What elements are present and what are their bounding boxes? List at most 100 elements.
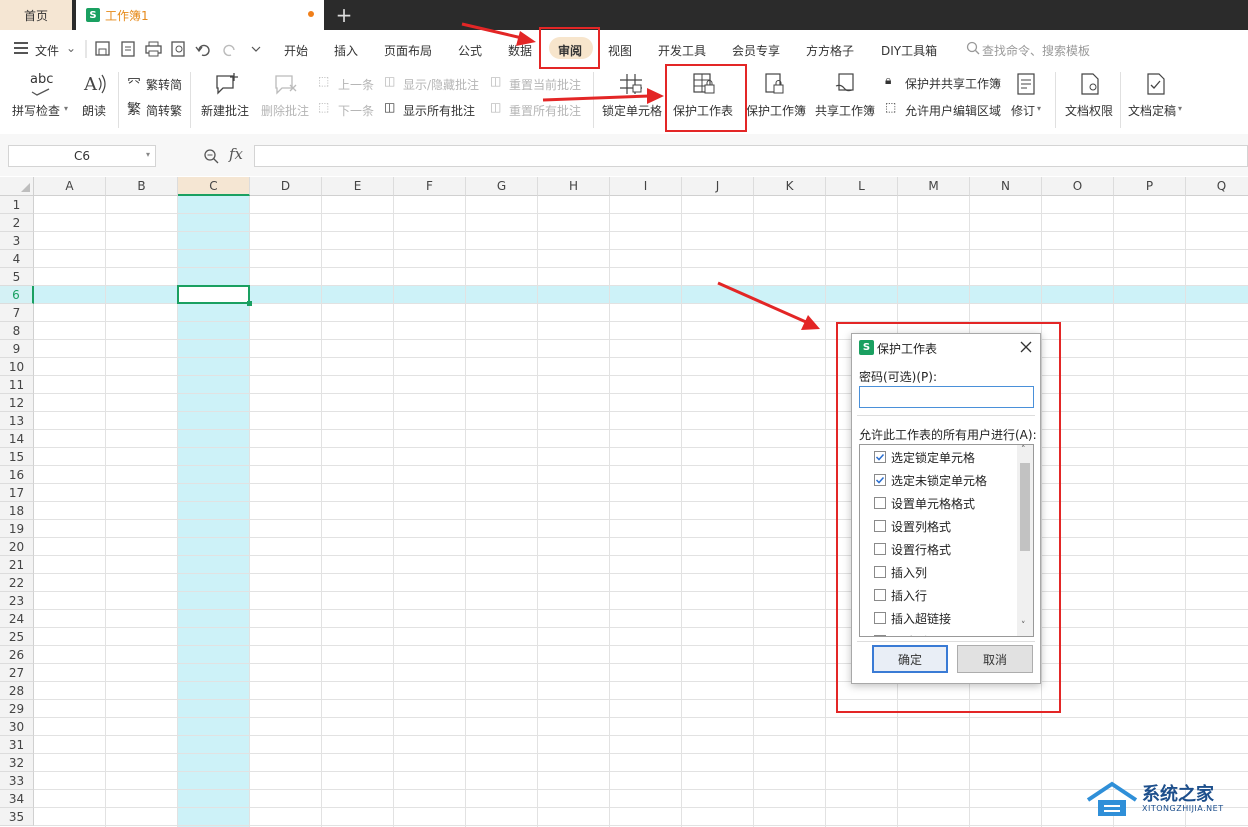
row-header[interactable]: 9 bbox=[0, 340, 34, 358]
reset-current-comment-button[interactable]: 重置当前批注 bbox=[509, 76, 581, 93]
print-icon[interactable] bbox=[145, 41, 162, 57]
menu-insert[interactable]: 插入 bbox=[334, 42, 358, 59]
track-changes-dropdown-icon[interactable]: ▾ bbox=[1037, 104, 1041, 113]
row-header[interactable]: 31 bbox=[0, 736, 34, 754]
name-box[interactable]: C6 bbox=[8, 145, 156, 167]
new-comment-button[interactable]: 新建批注 bbox=[201, 102, 249, 119]
row-header[interactable]: 24 bbox=[0, 610, 34, 628]
column-header[interactable]: D bbox=[250, 177, 322, 196]
row-header[interactable]: 30 bbox=[0, 718, 34, 736]
column-header[interactable]: B bbox=[106, 177, 178, 196]
zoom-function-icon[interactable] bbox=[203, 148, 219, 164]
print-preview-icon[interactable] bbox=[171, 41, 185, 57]
row-header[interactable]: 14 bbox=[0, 430, 34, 448]
row-header[interactable]: 15 bbox=[0, 448, 34, 466]
row-header[interactable]: 32 bbox=[0, 754, 34, 772]
row-header[interactable]: 19 bbox=[0, 520, 34, 538]
trad-to-simp-button[interactable]: 繁转简 bbox=[146, 76, 182, 93]
share-workbook-button[interactable]: 共享工作簿 bbox=[815, 102, 875, 119]
protect-workbook-button[interactable]: 保护工作簿 bbox=[746, 102, 806, 119]
simp-to-trad-button[interactable]: 简转繁 bbox=[146, 102, 182, 119]
row-header[interactable]: 33 bbox=[0, 772, 34, 790]
column-header[interactable]: F bbox=[394, 177, 466, 196]
menu-page-layout[interactable]: 页面布局 bbox=[384, 42, 432, 59]
row-header[interactable]: 18 bbox=[0, 502, 34, 520]
read-aloud-button[interactable]: 朗读 bbox=[82, 102, 106, 119]
tab-home[interactable]: 首页 bbox=[0, 0, 72, 30]
row-header[interactable]: 20 bbox=[0, 538, 34, 556]
protect-share-workbook-button[interactable]: 保护并共享工作簿 bbox=[905, 75, 1001, 92]
row-header[interactable]: 34 bbox=[0, 790, 34, 808]
search-commands-input[interactable]: 查找命令、搜索模板 bbox=[982, 42, 1090, 59]
column-header[interactable]: C bbox=[178, 177, 250, 196]
show-hide-comments-button[interactable]: 显示/隐藏批注 bbox=[403, 76, 479, 93]
delete-comment-button[interactable]: 删除批注 bbox=[261, 102, 309, 119]
track-changes-button[interactable]: 修订 bbox=[1011, 102, 1035, 119]
row-header[interactable]: 29 bbox=[0, 700, 34, 718]
column-header[interactable]: G bbox=[466, 177, 538, 196]
menu-diy-toolbox[interactable]: DIY工具箱 bbox=[881, 42, 937, 59]
fill-handle[interactable] bbox=[247, 301, 252, 306]
column-header[interactable]: L bbox=[826, 177, 898, 196]
row-header[interactable]: 21 bbox=[0, 556, 34, 574]
row-header[interactable]: 27 bbox=[0, 664, 34, 682]
row-header[interactable]: 35 bbox=[0, 808, 34, 826]
column-header[interactable]: P bbox=[1114, 177, 1186, 196]
column-header[interactable]: H bbox=[538, 177, 610, 196]
row-header[interactable]: 10 bbox=[0, 358, 34, 376]
row-header[interactable]: 11 bbox=[0, 376, 34, 394]
row-header[interactable]: 25 bbox=[0, 628, 34, 646]
spell-check-dropdown-icon[interactable]: ▾ bbox=[64, 104, 68, 113]
column-header[interactable]: K bbox=[754, 177, 826, 196]
allow-edit-range-button[interactable]: 允许用户编辑区域 bbox=[905, 102, 1001, 119]
row-header[interactable]: 26 bbox=[0, 646, 34, 664]
previous-comment-button[interactable]: 上一条 bbox=[338, 76, 374, 93]
hamburger-icon[interactable] bbox=[14, 41, 28, 54]
row-header[interactable]: 1 bbox=[0, 196, 34, 214]
undo-icon[interactable] bbox=[195, 44, 210, 57]
row-header[interactable]: 17 bbox=[0, 484, 34, 502]
active-cell[interactable] bbox=[177, 285, 250, 304]
chevron-down-icon[interactable]: ⌄ bbox=[66, 41, 76, 55]
menu-view[interactable]: 视图 bbox=[608, 42, 632, 59]
menu-member[interactable]: 会员专享 bbox=[732, 42, 780, 59]
menu-formula[interactable]: 公式 bbox=[458, 42, 482, 59]
column-header[interactable]: J bbox=[682, 177, 754, 196]
select-all-corner[interactable] bbox=[0, 177, 34, 196]
menu-data[interactable]: 数据 bbox=[508, 42, 532, 59]
redo-icon[interactable] bbox=[223, 44, 235, 57]
next-comment-button[interactable]: 下一条 bbox=[338, 102, 374, 119]
menu-start[interactable]: 开始 bbox=[284, 42, 308, 59]
row-header[interactable]: 13 bbox=[0, 412, 34, 430]
document-permission-button[interactable]: 文档权限 bbox=[1065, 102, 1113, 119]
export-pdf-icon[interactable] bbox=[121, 41, 135, 57]
row-header[interactable]: 8 bbox=[0, 322, 34, 340]
formula-input[interactable] bbox=[254, 145, 1248, 167]
menu-developer[interactable]: 开发工具 bbox=[658, 42, 706, 59]
save-icon[interactable] bbox=[95, 41, 110, 56]
document-finalize-button[interactable]: 文档定稿 bbox=[1128, 102, 1176, 119]
column-header[interactable]: M bbox=[898, 177, 970, 196]
column-header[interactable]: O bbox=[1042, 177, 1114, 196]
reset-all-comments-button[interactable]: 重置所有批注 bbox=[509, 102, 581, 119]
row-header[interactable]: 5 bbox=[0, 268, 34, 286]
document-finalize-dropdown-icon[interactable]: ▾ bbox=[1178, 104, 1182, 113]
new-tab-button[interactable]: + bbox=[332, 2, 356, 28]
column-header[interactable]: A bbox=[34, 177, 106, 196]
column-header[interactable]: Q bbox=[1186, 177, 1248, 196]
row-header[interactable]: 28 bbox=[0, 682, 34, 700]
show-all-comments-button[interactable]: 显示所有批注 bbox=[403, 102, 475, 119]
spell-check-button[interactable]: 拼写检查 bbox=[12, 102, 60, 119]
column-header[interactable]: N bbox=[970, 177, 1042, 196]
row-header[interactable]: 22 bbox=[0, 574, 34, 592]
row-header[interactable]: 7 bbox=[0, 304, 34, 322]
column-header[interactable]: E bbox=[322, 177, 394, 196]
column-header[interactable]: I bbox=[610, 177, 682, 196]
menu-file[interactable]: 文件 bbox=[35, 42, 59, 59]
quick-access-dropdown-icon[interactable] bbox=[251, 46, 261, 52]
row-header[interactable]: 3 bbox=[0, 232, 34, 250]
lock-cell-button[interactable]: 锁定单元格 bbox=[602, 102, 662, 119]
row-header[interactable]: 23 bbox=[0, 592, 34, 610]
row-header[interactable]: 16 bbox=[0, 466, 34, 484]
row-header[interactable]: 6 bbox=[0, 286, 34, 304]
